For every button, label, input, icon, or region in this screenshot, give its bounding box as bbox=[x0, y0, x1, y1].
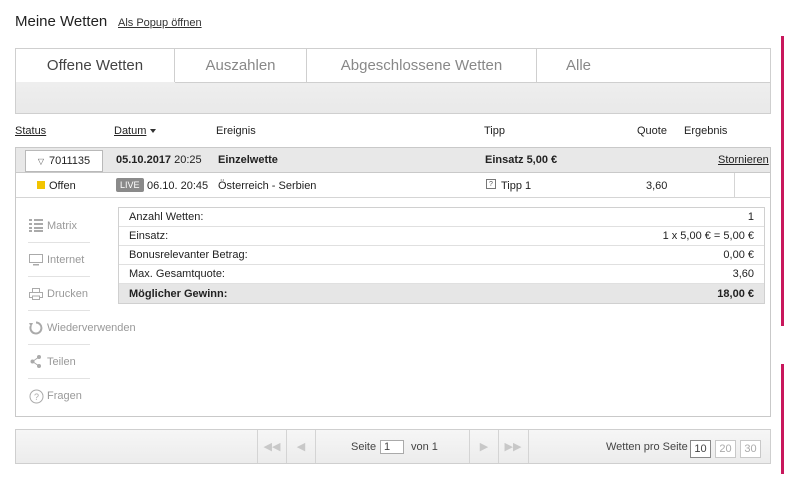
selection-row: Offen LIVE 06.10. 20:45 Österreich - Ser… bbox=[16, 173, 770, 198]
bet-header: ▽ 7011135 05.10.2017 20:25 Einzelwette E… bbox=[16, 148, 770, 173]
per-page-option-30[interactable]: 30 bbox=[740, 440, 761, 458]
tab-auszahlen[interactable]: Auszahlen bbox=[175, 49, 307, 82]
sort-desc-icon bbox=[150, 129, 157, 134]
monitor-icon bbox=[28, 253, 44, 267]
popup-link[interactable]: Als Popup öffnen bbox=[118, 17, 202, 29]
action-drucken-label: Drucken bbox=[47, 287, 88, 300]
column-ergebnis: Ergebnis bbox=[684, 125, 728, 137]
action-teilen[interactable]: Teilen bbox=[28, 345, 90, 379]
action-fragen[interactable]: ? Fragen bbox=[28, 379, 90, 413]
action-drucken[interactable]: Drucken bbox=[28, 277, 90, 311]
summary-label: Bonusrelevanter Betrag: bbox=[129, 249, 248, 261]
per-page-option-10[interactable]: 10 bbox=[690, 440, 711, 458]
bet-time: 20:25 bbox=[174, 154, 202, 166]
bet-date: 05.10.2017 bbox=[116, 154, 172, 166]
bet-date-time: 05.10.2017 20:25 bbox=[116, 154, 202, 166]
selection-divider bbox=[734, 173, 735, 198]
tab-alle[interactable]: Alle bbox=[537, 49, 621, 82]
summary-row-count: Anzahl Wetten: 1 bbox=[119, 208, 764, 227]
column-quote: Quote bbox=[637, 125, 667, 137]
summary-row-stake: Einsatz: 1 x 5,00 € = 5,00 € bbox=[119, 227, 764, 246]
selection-status: Offen bbox=[49, 180, 76, 192]
summary-row-potential-win: Möglicher Gewinn: 18,00 € bbox=[119, 284, 764, 303]
summary-row-bonus: Bonusrelevanter Betrag: 0,00 € bbox=[119, 246, 764, 265]
action-wiederverwenden[interactable]: Wiederverwenden bbox=[28, 311, 148, 345]
bet-id: 7011135 bbox=[48, 155, 91, 167]
live-badge: LIVE bbox=[116, 178, 144, 192]
share-icon bbox=[28, 355, 44, 369]
selection-event: Österreich - Serbien bbox=[218, 180, 317, 192]
page-of-label: von 1 bbox=[411, 441, 438, 453]
page-edge-accent bbox=[781, 36, 784, 326]
selection-quote: 3,60 bbox=[646, 180, 668, 192]
tab-bar-filler bbox=[620, 49, 770, 82]
column-tipp: Tipp bbox=[484, 125, 505, 137]
tab-divider bbox=[175, 82, 771, 83]
summary-label: Möglicher Gewinn: bbox=[129, 287, 228, 300]
bet-id-toggle[interactable]: ▽ 7011135 bbox=[25, 150, 103, 172]
cancel-bet-link[interactable]: Stornieren bbox=[718, 154, 769, 166]
selection-tip: Tipp 1 bbox=[501, 180, 532, 192]
pager-divider-right bbox=[528, 430, 529, 463]
column-datum[interactable]: Datum bbox=[114, 125, 157, 137]
summary-row-max-quote: Max. Gesamtquote: 3,60 bbox=[119, 265, 764, 284]
action-internet-label: Internet bbox=[47, 253, 85, 266]
action-teilen-label: Teilen bbox=[47, 355, 76, 368]
column-datum-label: Datum bbox=[114, 125, 147, 137]
column-ereignis: Ereignis bbox=[216, 125, 256, 137]
per-page-option-20[interactable]: 20 bbox=[715, 440, 736, 458]
tip-info-icon[interactable]: ? bbox=[486, 179, 496, 189]
status-open-icon bbox=[37, 181, 45, 189]
bet-summary-table: Anzahl Wetten: 1 Einsatz: 1 x 5,00 € = 5,0… bbox=[118, 207, 765, 304]
action-internet[interactable]: Internet bbox=[28, 243, 90, 277]
tab-offene-wetten[interactable]: Offene Wetten bbox=[16, 49, 175, 82]
tabs-panel: Offene Wetten Auszahlen Abgeschlossene W… bbox=[15, 48, 771, 114]
reuse-icon bbox=[28, 321, 44, 335]
summary-value: 0,00 € bbox=[723, 249, 754, 261]
column-status[interactable]: Status bbox=[15, 125, 46, 137]
bet-card: ▽ 7011135 05.10.2017 20:25 Einzelwette E… bbox=[15, 147, 771, 417]
collapse-icon: ▽ bbox=[37, 156, 44, 166]
pagination-bar: ◀◀ ◀ Seite von 1 ▶ ▶▶ Wetten pro Seite 1… bbox=[15, 429, 771, 464]
first-page-button[interactable]: ◀◀ bbox=[257, 430, 286, 463]
prev-page-button[interactable]: ◀ bbox=[286, 430, 315, 463]
summary-value: 1 bbox=[747, 211, 754, 223]
selection-datetime: 06.10. 20:45 bbox=[147, 180, 209, 192]
action-fragen-label: Fragen bbox=[47, 390, 82, 402]
summary-label: Anzahl Wetten: bbox=[129, 211, 204, 223]
summary-value: 18,00 € bbox=[717, 287, 754, 300]
page-edge-accent-lower bbox=[781, 364, 784, 474]
page-number-input[interactable] bbox=[380, 440, 404, 454]
action-wiederverwenden-label: Wiederverwenden bbox=[47, 322, 136, 334]
question-icon: ? bbox=[28, 389, 44, 403]
tab-abgeschlossene-wetten[interactable]: Abgeschlossene Wetten bbox=[307, 49, 537, 82]
last-page-button[interactable]: ▶▶ bbox=[498, 430, 527, 463]
bet-stake: Einsatz 5,00 € bbox=[485, 154, 558, 166]
bet-type: Einzelwette bbox=[218, 154, 278, 166]
summary-label: Max. Gesamtquote: bbox=[129, 268, 225, 280]
matrix-icon bbox=[28, 219, 44, 233]
pager-divider bbox=[315, 430, 316, 463]
svg-text:?: ? bbox=[33, 392, 38, 402]
next-page-button[interactable]: ▶ bbox=[469, 430, 498, 463]
summary-value: 1 x 5,00 € = 5,00 € bbox=[662, 230, 754, 242]
action-matrix-label: Matrix bbox=[47, 219, 77, 232]
tab-bar: Offene Wetten Auszahlen Abgeschlossene W… bbox=[16, 49, 621, 82]
summary-label: Einsatz: bbox=[129, 230, 169, 242]
printer-icon bbox=[28, 287, 44, 301]
per-page-label: Wetten pro Seite bbox=[606, 441, 688, 453]
page-title: Meine Wetten bbox=[15, 13, 108, 30]
action-matrix[interactable]: Matrix bbox=[28, 209, 90, 243]
summary-value: 3,60 bbox=[732, 268, 754, 280]
page-label: Seite bbox=[351, 441, 377, 453]
